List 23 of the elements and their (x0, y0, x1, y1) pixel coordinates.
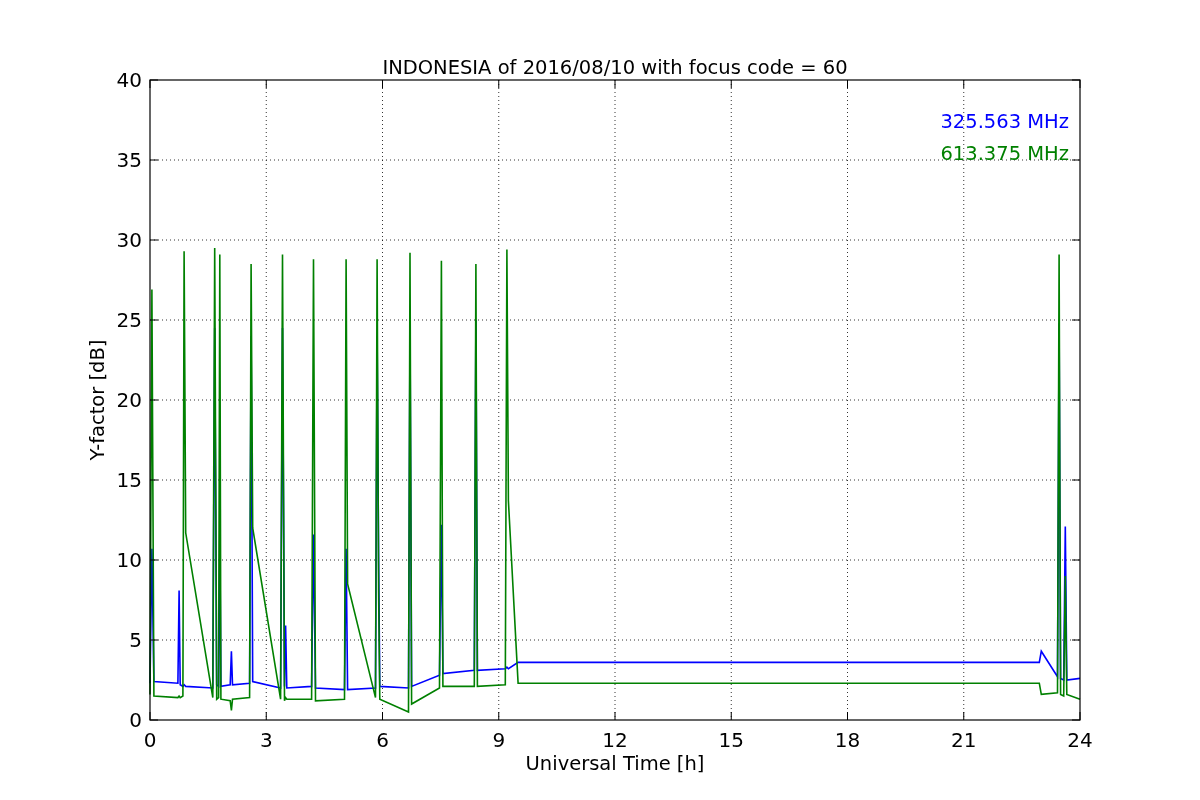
y-tick-label: 25 (116, 308, 142, 332)
x-tick-label: 24 (1067, 728, 1093, 752)
y-tick-label: 15 (116, 468, 142, 492)
y-tick-label: 20 (116, 388, 142, 412)
y-tick-label: 10 (116, 548, 142, 572)
x-tick-label: 18 (834, 728, 861, 752)
x-tick-label: 3 (259, 728, 273, 752)
y-tick-label: 35 (116, 148, 142, 172)
x-axis-label: Universal Time [h] (525, 752, 705, 775)
chart-title: INDONESIA of 2016/08/10 with focus code = 60 (382, 56, 848, 79)
x-tick-label: 6 (376, 728, 389, 752)
x-tick-label: 12 (602, 728, 628, 752)
legend-label: 613.375 MHz (940, 142, 1069, 165)
x-tick-label: 9 (492, 728, 506, 752)
x-tick-label: 0 (143, 728, 157, 752)
y-axis-label: Y-factor [dB] (86, 339, 109, 461)
y-tick-label: 40 (116, 68, 142, 92)
x-tick-label: 15 (718, 728, 744, 752)
x-tick-label: 21 (951, 728, 977, 752)
legend-label: 325.563 MHz (940, 110, 1069, 133)
y-tick-label: 0 (129, 708, 142, 732)
y-tick-label: 5 (129, 628, 142, 652)
y-tick-label: 30 (116, 228, 142, 252)
